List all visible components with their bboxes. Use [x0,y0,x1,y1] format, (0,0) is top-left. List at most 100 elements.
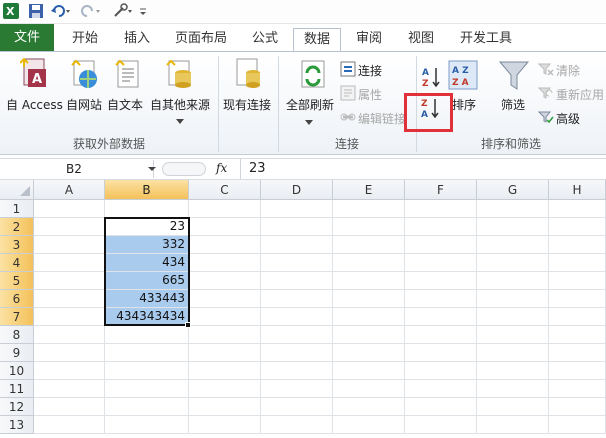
cell[interactable] [405,380,477,398]
cell[interactable] [261,200,333,218]
cell[interactable]: 434 [105,254,189,272]
row-header[interactable]: 2 [0,218,34,236]
formula-bar-splitter[interactable] [162,162,206,176]
cell[interactable] [189,200,261,218]
row-header[interactable]: 4 [0,254,34,272]
row-header[interactable]: 7 [0,308,34,326]
cell[interactable] [34,398,105,416]
clear-button[interactable]: 清除 [556,62,580,79]
tools-icon[interactable] [112,3,134,21]
cell[interactable] [405,326,477,344]
refresh-all-button[interactable]: 全部刷新 [286,96,334,113]
cell[interactable] [333,362,405,380]
save-icon[interactable] [28,3,44,21]
tab-view[interactable]: 视图 [398,28,444,52]
from-web-button[interactable]: 自网站 [66,96,102,113]
cell[interactable] [405,416,477,434]
tab-insert[interactable]: 插入 [114,28,160,52]
cell[interactable]: 434343434 [105,308,189,326]
cell[interactable] [405,272,477,290]
cell[interactable] [34,254,105,272]
cell[interactable] [549,254,606,272]
cell[interactable] [477,290,549,308]
connections-button[interactable]: 连接 [358,62,382,79]
cell[interactable] [333,200,405,218]
cell[interactable] [261,218,333,236]
cell[interactable] [34,308,105,326]
row-header[interactable]: 5 [0,272,34,290]
cell[interactable] [261,326,333,344]
customize-qat-icon[interactable] [138,3,148,21]
cell[interactable] [477,200,549,218]
row-header[interactable]: 13 [0,416,34,434]
cell[interactable] [549,344,606,362]
cell[interactable] [333,272,405,290]
cell[interactable] [477,236,549,254]
cell[interactable]: 433443 [105,290,189,308]
insert-function-icon[interactable]: fx [216,161,227,175]
reapply-button[interactable]: 重新应用 [556,86,604,103]
cell[interactable] [333,398,405,416]
cell[interactable] [549,416,606,434]
cell[interactable] [477,272,549,290]
cell[interactable] [549,362,606,380]
cell[interactable] [405,362,477,380]
cell[interactable] [405,218,477,236]
column-header[interactable]: C [189,180,261,200]
cell[interactable] [189,380,261,398]
row-header[interactable]: 12 [0,398,34,416]
cell[interactable] [549,380,606,398]
tab-review[interactable]: 审阅 [346,28,392,52]
cell[interactable] [189,236,261,254]
cell[interactable] [333,236,405,254]
cell[interactable] [333,218,405,236]
cell[interactable] [477,398,549,416]
cell[interactable] [34,344,105,362]
cell[interactable] [261,290,333,308]
cell[interactable] [189,290,261,308]
cell[interactable] [477,326,549,344]
cell[interactable] [34,290,105,308]
from-access-button[interactable]: 自 Access [6,96,63,113]
cell[interactable] [189,308,261,326]
cell[interactable] [333,344,405,362]
cell[interactable] [34,236,105,254]
cell[interactable] [34,380,105,398]
cell[interactable] [261,272,333,290]
edit-links-button[interactable]: 编辑链接 [358,110,406,127]
name-box-dropdown-icon[interactable] [148,161,156,178]
cell[interactable] [549,326,606,344]
row-header[interactable]: 6 [0,290,34,308]
row-header[interactable]: 9 [0,344,34,362]
cell[interactable] [549,308,606,326]
sort-ascending-icon[interactable]: AZ [421,65,443,92]
cell[interactable] [333,254,405,272]
cell[interactable] [477,218,549,236]
cell[interactable] [189,344,261,362]
cell[interactable]: 665 [105,272,189,290]
row-header[interactable]: 1 [0,200,34,218]
cell[interactable] [333,308,405,326]
tab-formulas[interactable]: 公式 [242,28,288,52]
properties-button[interactable]: 属性 [358,86,382,103]
cell[interactable] [189,254,261,272]
row-header[interactable]: 8 [0,326,34,344]
row-header[interactable]: 11 [0,380,34,398]
cell[interactable] [405,290,477,308]
cell[interactable] [261,308,333,326]
cell[interactable] [105,344,189,362]
cell[interactable] [261,362,333,380]
advanced-filter-button[interactable]: 高级 [556,110,580,127]
cell[interactable] [34,326,105,344]
cell[interactable] [189,362,261,380]
cell[interactable] [477,380,549,398]
tab-data[interactable]: 数据 [293,28,341,53]
sort-button[interactable]: 排序 [452,96,476,113]
cell[interactable] [105,398,189,416]
column-header[interactable]: H [549,180,606,200]
column-header[interactable]: E [333,180,405,200]
cell[interactable] [333,380,405,398]
select-all-corner[interactable] [0,180,34,200]
cell[interactable] [189,218,261,236]
column-header[interactable]: A [34,180,105,200]
